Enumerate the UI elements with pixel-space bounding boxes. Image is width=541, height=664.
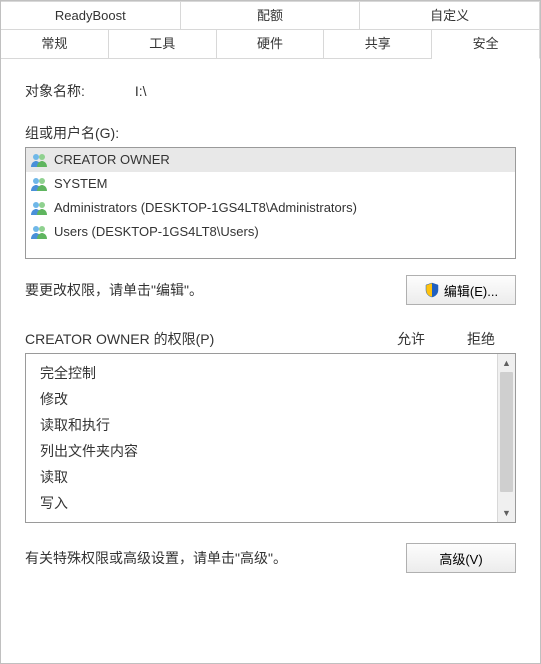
permissions-title: CREATOR OWNER 的权限(P) xyxy=(25,329,376,349)
list-item[interactable]: Users (DESKTOP-1GS4LT8\Users) xyxy=(26,220,515,244)
tab-3-row2[interactable]: 共享 xyxy=(324,30,432,59)
scroll-up-icon[interactable]: ▲ xyxy=(498,354,515,372)
tab-2-row1[interactable]: 自定义 xyxy=(360,1,540,30)
list-item[interactable]: CREATOR OWNER xyxy=(26,148,515,172)
tab-strip: ReadyBoost配额自定义 常规工具硬件共享安全 xyxy=(1,1,540,59)
advanced-button[interactable]: 高级(V) xyxy=(406,543,516,573)
edit-hint: 要更改权限，请单击"编辑"。 xyxy=(25,280,203,300)
permission-item: 列出文件夹内容 xyxy=(40,438,497,464)
object-name-label: 对象名称: xyxy=(25,81,85,101)
deny-column-header: 拒绝 xyxy=(446,329,516,349)
groups-label: 组或用户名(G): xyxy=(25,123,516,143)
advanced-hint: 有关特殊权限或高级设置，请单击"高级"。 xyxy=(25,548,287,568)
shield-icon xyxy=(424,282,440,298)
users-icon xyxy=(30,200,48,216)
properties-dialog: ReadyBoost配额自定义 常规工具硬件共享安全 对象名称: I:\ 组或用… xyxy=(0,0,541,664)
list-item[interactable]: Administrators (DESKTOP-1GS4LT8\Administ… xyxy=(26,196,515,220)
users-icon xyxy=(30,224,48,240)
tab-4-row2[interactable]: 安全 xyxy=(432,30,540,59)
scroll-thumb[interactable] xyxy=(500,372,513,492)
groups-listbox[interactable]: CREATOR OWNER SYSTEM Administrators (DESKT… xyxy=(25,147,516,259)
allow-column-header: 允许 xyxy=(376,329,446,349)
list-item-label: CREATOR OWNER xyxy=(54,150,170,170)
list-item-label: SYSTEM xyxy=(54,174,107,194)
tab-0-row1[interactable]: ReadyBoost xyxy=(1,1,181,30)
tab-1-row2[interactable]: 工具 xyxy=(109,30,217,59)
permission-item: 读取 xyxy=(40,464,497,490)
edit-button[interactable]: 编辑(E)... xyxy=(406,275,516,305)
permission-item: 读取和执行 xyxy=(40,412,497,438)
tab-1-row1[interactable]: 配额 xyxy=(181,1,361,30)
list-item[interactable]: SYSTEM xyxy=(26,172,515,196)
permissions-listbox[interactable]: 完全控制修改读取和执行列出文件夹内容读取写入 ▲ ▼ xyxy=(25,353,516,523)
users-icon xyxy=(30,176,48,192)
list-item-label: Users (DESKTOP-1GS4LT8\Users) xyxy=(54,222,259,242)
object-name-value: I:\ xyxy=(135,83,147,99)
edit-button-label: 编辑(E)... xyxy=(444,281,498,300)
permission-item: 写入 xyxy=(40,490,497,516)
scrollbar[interactable]: ▲ ▼ xyxy=(497,354,515,522)
permission-item: 修改 xyxy=(40,386,497,412)
users-icon xyxy=(30,152,48,168)
list-item-label: Administrators (DESKTOP-1GS4LT8\Administ… xyxy=(54,198,357,218)
tab-2-row2[interactable]: 硬件 xyxy=(217,30,325,59)
advanced-button-label: 高级(V) xyxy=(439,549,482,568)
scroll-down-icon[interactable]: ▼ xyxy=(498,504,515,522)
security-panel: 对象名称: I:\ 组或用户名(G): CREATOR OWNER SYSTEM A… xyxy=(1,59,540,585)
tab-0-row2[interactable]: 常规 xyxy=(1,30,109,59)
permission-item: 完全控制 xyxy=(40,360,497,386)
